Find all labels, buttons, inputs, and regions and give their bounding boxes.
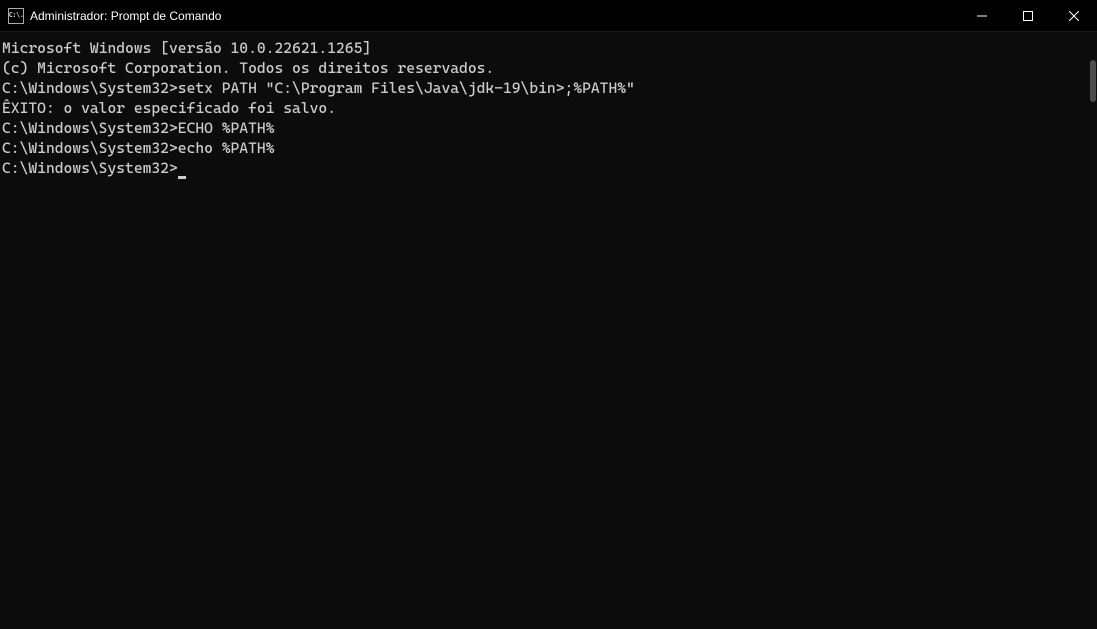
close-button[interactable] [1051,0,1097,32]
prompt-path: C:\Windows\System32> [2,159,178,177]
prompt-path: C:\Windows\System32> [2,79,178,97]
minimize-button[interactable] [959,0,1005,32]
title-bar[interactable]: C:\. Administrador: Prompt de Comando [0,0,1097,32]
command-text: echo %PATH% [178,139,275,157]
scrollbar-track[interactable] [1082,32,1097,629]
version-line: Microsoft Windows [versão 10.0.22621.126… [2,38,1082,58]
command-line: C:\Windows\System32>ECHO %PATH% [2,118,1082,138]
prompt-path: C:\Windows\System32> [2,139,178,157]
maximize-button[interactable] [1005,0,1051,32]
terminal-output[interactable]: Microsoft Windows [versão 10.0.22621.126… [0,32,1082,629]
current-prompt-line: C:\Windows\System32> [2,158,1082,178]
window-controls [959,0,1097,31]
cmd-icon: C:\. [8,8,24,24]
command-text: ECHO %PATH% [178,119,275,137]
cursor [178,176,186,179]
prompt-path: C:\Windows\System32> [2,119,178,137]
window-title: Administrador: Prompt de Comando [30,9,959,23]
command-text: setx PATH "C:\Program Files\Java\jdk-19\… [178,79,635,97]
command-line: C:\Windows\System32>setx PATH "C:\Progra… [2,78,1082,98]
copyright-line: (c) Microsoft Corporation. Todos os dire… [2,58,1082,78]
success-line: ÊXITO: o valor especificado foi salvo. [2,98,1082,118]
scrollbar-thumb[interactable] [1090,60,1096,102]
terminal-body[interactable]: Microsoft Windows [versão 10.0.22621.126… [0,32,1097,629]
command-line: C:\Windows\System32>echo %PATH% [2,138,1082,158]
